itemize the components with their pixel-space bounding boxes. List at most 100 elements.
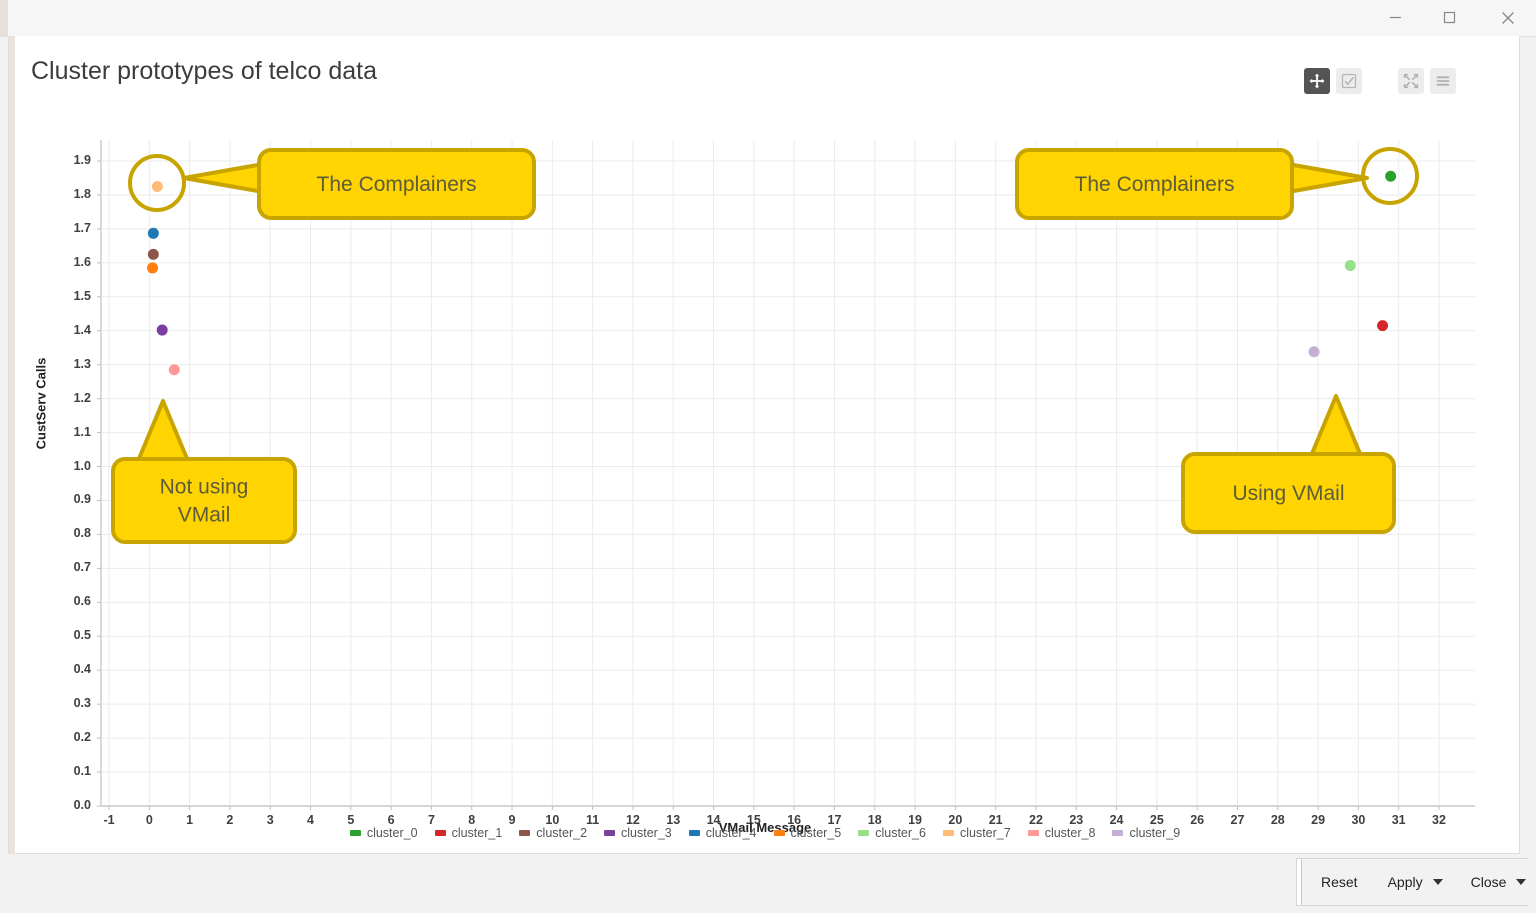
select-checkbox-icon[interactable]: [1336, 68, 1362, 94]
y-tick-label: 1.7: [73, 220, 91, 235]
x-tick-label: 24: [1109, 813, 1124, 827]
y-tick-label: 1.2: [73, 390, 91, 405]
x-tick-label: 14: [706, 813, 721, 827]
legend-item-cluster_7[interactable]: cluster_7: [942, 826, 1011, 840]
legend-label: cluster_5: [790, 826, 842, 840]
legend-item-cluster_9[interactable]: cluster_9: [1112, 826, 1180, 840]
legend-item-cluster_3[interactable]: cluster_3: [604, 826, 672, 840]
chevron-down-icon[interactable]: [1432, 879, 1443, 885]
legend-swatch-icon: [604, 830, 616, 836]
x-tick-label: 4: [307, 813, 314, 827]
y-tick-label: 0.7: [73, 560, 91, 575]
x-tick-label: 28: [1270, 813, 1285, 827]
legend-label: cluster_4: [705, 826, 757, 840]
legend-label: cluster_9: [1129, 826, 1181, 840]
data-point-cluster_3[interactable]: [156, 324, 168, 336]
page-title: Cluster prototypes of telco data: [31, 57, 378, 85]
close-button-label: Close: [1470, 874, 1507, 890]
y-axis-title: CustServ Calls: [33, 357, 49, 450]
x-tick-label: 5: [347, 813, 355, 827]
legend-swatch-icon: [858, 830, 870, 836]
legend-label: cluster_8: [1044, 826, 1096, 840]
callout-using-vmail[interactable]: Using VMail: [1181, 394, 1396, 534]
x-tick-label: 18: [867, 813, 882, 827]
data-point-cluster_2[interactable]: [147, 248, 159, 260]
data-point-cluster_8[interactable]: [168, 364, 180, 376]
y-tick-label: 1.4: [73, 322, 91, 337]
y-tick-label: 0.6: [73, 594, 91, 609]
plot-canvas: The Complainers The Complainers Not using V…: [97, 140, 1475, 810]
data-point-cluster_0[interactable]: [1385, 170, 1397, 182]
callout-text: The Complainers: [1075, 173, 1235, 196]
legend-swatch-icon: [349, 830, 361, 836]
x-tick-label: 17: [827, 813, 842, 827]
callout-pointer: [131, 399, 195, 475]
data-point-cluster_1[interactable]: [1377, 320, 1389, 332]
x-tick-label: 27: [1230, 813, 1245, 827]
x-tick-label: 20: [948, 813, 963, 827]
x-tick-label: -1: [103, 813, 115, 827]
close-button[interactable]: Close: [1463, 868, 1533, 896]
legend-item-cluster_1[interactable]: cluster_1: [434, 826, 502, 840]
data-point-cluster_7[interactable]: [151, 180, 163, 192]
y-tick-label: 1.0: [73, 458, 91, 473]
legend-item-cluster_0[interactable]: cluster_0: [349, 826, 418, 840]
callout-body: [111, 457, 297, 544]
callout-complainers-right[interactable]: The Complainers: [1015, 148, 1369, 220]
titlebar-accent-strip: [0, 0, 8, 36]
data-point-cluster_9[interactable]: [1308, 346, 1320, 358]
y-tick-label: 1.8: [73, 186, 91, 201]
menu-hamburger-icon[interactable]: [1430, 68, 1456, 94]
pan-move-icon[interactable]: [1304, 68, 1330, 94]
reset-button[interactable]: Reset: [1313, 868, 1366, 896]
plot-toolbar: [1304, 68, 1456, 94]
window-maximize-button[interactable]: [1426, 0, 1472, 35]
legend-swatch-icon: [1112, 830, 1124, 836]
chevron-down-icon[interactable]: [1516, 879, 1527, 885]
y-tick-label: 0.1: [73, 764, 91, 779]
y-tick-label: 0.0: [73, 798, 91, 812]
y-tick-label: 0.3: [73, 696, 91, 711]
legend-label: cluster_7: [959, 826, 1011, 840]
x-tick-label: 6: [387, 813, 395, 827]
callout-pointer: [1286, 162, 1369, 194]
x-tick-label: 7: [427, 813, 435, 827]
callout-text: Using VMail: [1232, 482, 1344, 505]
fullscreen-expand-icon[interactable]: [1398, 68, 1424, 94]
legend-swatch-icon: [773, 830, 785, 836]
callout-complainers-left[interactable]: The Complainers: [182, 148, 536, 220]
toolbar-separator: [1368, 81, 1392, 82]
x-tick-label: 0: [145, 813, 153, 827]
data-point-cluster_4[interactable]: [147, 227, 159, 239]
y-tick-label: 1.9: [73, 153, 91, 167]
legend-swatch-icon: [519, 830, 531, 836]
chart-panel: Cluster prototypes of telco data The Com…: [8, 36, 1520, 854]
data-point-cluster_5[interactable]: [147, 262, 159, 274]
legend-item-cluster_5[interactable]: cluster_5: [773, 826, 842, 840]
x-tick-label: 22: [1029, 813, 1043, 827]
x-tick-label: 31: [1391, 813, 1406, 827]
x-tick-label: 11: [586, 813, 600, 827]
actionbar-accent: [1297, 859, 1302, 905]
legend-item-cluster_4[interactable]: cluster_4: [688, 826, 757, 840]
window-titlebar: [0, 0, 1536, 37]
window-minimize-button[interactable]: [1372, 0, 1418, 35]
callout-body: [1015, 148, 1294, 220]
y-tick-label: 1.6: [73, 254, 91, 269]
callout-body: [1181, 452, 1396, 534]
apply-button[interactable]: Apply: [1380, 868, 1449, 896]
legend-item-cluster_8[interactable]: cluster_8: [1027, 826, 1096, 840]
x-tick-label: 3: [266, 813, 274, 827]
legend-item-cluster_6[interactable]: cluster_6: [858, 826, 926, 840]
x-tick-label: 25: [1149, 813, 1164, 827]
x-tick-label: 12: [625, 813, 640, 827]
legend-item-cluster_2[interactable]: cluster_2: [519, 826, 587, 840]
x-tick-label: 19: [908, 813, 922, 827]
callout-body: [257, 148, 536, 220]
callout-pointer: [182, 162, 265, 194]
x-tick-label: 10: [545, 813, 560, 827]
legend-label: cluster_6: [875, 826, 926, 840]
window-close-button[interactable]: [1485, 0, 1531, 35]
data-point-cluster_6[interactable]: [1344, 260, 1356, 272]
callout-not-using-vmail[interactable]: Not using VMail: [111, 399, 297, 544]
